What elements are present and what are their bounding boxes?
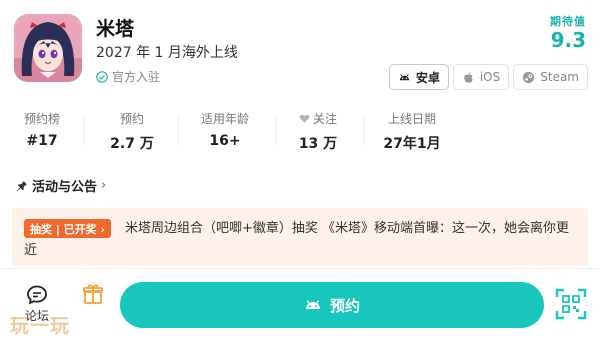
bottom-action-bar: 论坛 玩一玩 预约 [0,268,600,337]
official-badge[interactable]: 官方入驻 [96,68,160,85]
stat-divider [364,116,365,146]
stat-divider [178,116,179,146]
official-label: 官方入驻 [112,70,161,84]
stat-label-wrap: 关注 [292,110,344,127]
platform-label: Steam [540,70,579,84]
pin-icon [17,180,27,191]
stat-divider [276,116,277,146]
stat-divider [84,116,85,146]
stat-label: 上线日期 [387,112,436,126]
event-badge[interactable]: 抽奖 | 已开奖 › [24,219,112,238]
game-title: 米塔 [96,18,135,40]
stat-label: 预约 [119,112,144,126]
platform-tabs: 安卓 iOS Steam [388,64,588,90]
stat-label: 关注 [312,112,337,126]
stat-reservation-rank[interactable]: 预约榜 #17 [20,110,64,149]
scan-button[interactable] [555,288,587,320]
stat-release-date: 上线日期 27年1月 [382,110,442,153]
qr-scan-icon [555,288,587,320]
game-header: 米塔 2027 年 1 月海外上线 官方入驻 期待值 9.3 安卓 iOS St… [0,0,600,102]
watermark-text: 玩一玩 [10,315,71,337]
gift-icon [83,284,103,304]
stat-label: 预约榜 [23,112,60,126]
rating-value: 9.3 [550,28,586,52]
android-icon [399,73,409,80]
platform-label: iOS [479,70,501,84]
chat-bubble-icon [27,285,47,305]
platform-tab-android[interactable]: 安卓 [388,64,449,90]
android-icon [305,300,320,309]
chevron-right-icon: › [101,178,107,193]
stat-age-rating[interactable]: 适用年龄 16+ [196,110,254,149]
steam-icon [523,71,535,83]
verified-check-icon [96,70,108,83]
stat-value: 2.7 万 [110,136,154,152]
platform-tab-ios[interactable]: iOS [452,64,510,90]
events-title: 活动与公告 [32,180,98,195]
expectation-rating: 期待值 9.3 [550,13,586,51]
stat-value: 13 万 [298,136,338,152]
stat-value: 16+ [209,133,241,149]
platform-tab-steam[interactable]: Steam [513,64,588,90]
stat-reservations: 预约 2.7 万 [106,110,158,153]
events-section-header[interactable]: 活动与公告 › [16,176,106,195]
reserve-button[interactable]: 预约 [120,282,544,328]
game-app-icon[interactable] [14,14,82,82]
stat-value: #17 [26,133,58,149]
gift-button[interactable] [68,282,118,306]
platform-label: 安卓 [415,70,440,85]
stat-value: 27年1月 [383,136,441,152]
stats-row: 预约榜 #17 预约 2.7 万 适用年龄 16+ 关注 13 万 上线日期 2… [0,110,600,154]
apple-icon [464,71,473,83]
stat-followers[interactable]: 关注 13 万 [292,110,344,153]
heart-icon [299,114,310,123]
stat-label: 适用年龄 [200,112,249,126]
rating-label: 期待值 [550,15,586,28]
release-info: 2027 年 1 月海外上线 [96,45,238,61]
reserve-label: 预约 [329,296,360,315]
event-card[interactable]: 米塔周边组合（吧唧+徽章）抽奖 《米塔》移动端首曝：这一次，她会离你更近 抽奖 … [12,208,588,266]
